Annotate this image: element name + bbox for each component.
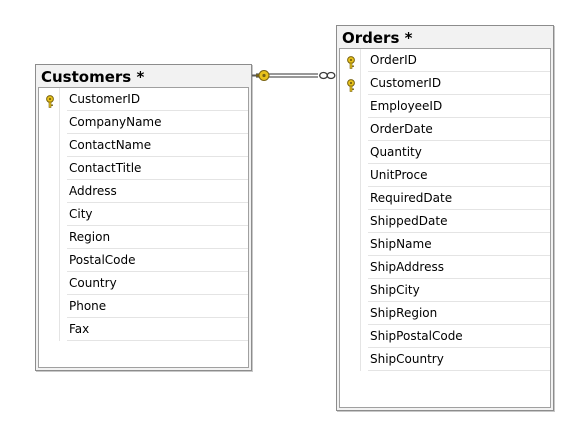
relationship-connector[interactable] — [0, 0, 574, 441]
one-key-icon — [252, 70, 270, 81]
many-infinity-icon — [319, 71, 336, 80]
